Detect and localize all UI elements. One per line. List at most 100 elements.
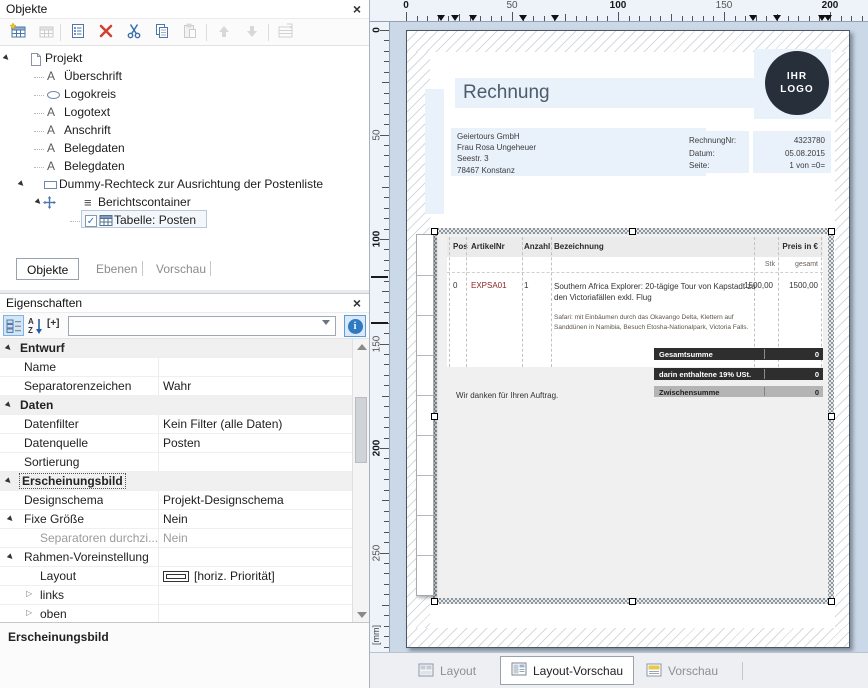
tab-ebenen[interactable]: Ebenen: [86, 258, 147, 280]
group-expander-icon[interactable]: ▶: [4, 400, 13, 409]
tab-vorschau[interactable]: Vorschau: [146, 258, 216, 280]
invoice-accent-strip[interactable]: [425, 89, 444, 214]
ruler-column-marker-icon: [551, 15, 559, 21]
property-row-entwurf[interactable]: ▶ Entwurf: [0, 339, 352, 358]
tree-item-logokreis[interactable]: Logokreis: [0, 86, 369, 104]
ruler-tick: [417, 16, 418, 21]
selection-handle[interactable]: [828, 228, 835, 235]
property-grid-scrollbar[interactable]: [352, 339, 369, 623]
property-row-name[interactable]: Name: [0, 358, 352, 377]
selection-handle[interactable]: [629, 228, 636, 235]
view-tab-vorschau[interactable]: Vorschau: [636, 659, 728, 683]
expander-closed-icon[interactable]: ▷: [26, 589, 32, 598]
chevron-down-icon[interactable]: [322, 320, 330, 325]
selection-handle[interactable]: [431, 413, 438, 420]
scroll-down-icon[interactable]: [357, 612, 367, 618]
tree-item-logotext[interactable]: ALogotext: [0, 104, 369, 122]
container-icon: [43, 196, 56, 212]
total-bar-1[interactable]: Gesamtsumme0: [654, 348, 823, 360]
expander-closed-icon[interactable]: ▷: [26, 608, 32, 617]
tab-objekte[interactable]: Objekte: [16, 258, 79, 280]
ruler-tick: [533, 16, 534, 21]
expander-open-icon[interactable]: ▶: [6, 514, 15, 523]
logo-text-line2: LOGO: [780, 83, 813, 96]
group-expander-icon[interactable]: ▶: [4, 476, 13, 485]
total-bar-2[interactable]: darin enthaltene 19% USt.0: [654, 368, 823, 380]
tree-item-belegdaten[interactable]: ABelegdaten: [0, 158, 369, 176]
ruler-tick: [798, 16, 799, 21]
tree-checkbox[interactable]: ✓: [85, 215, 97, 227]
view-tab-layout[interactable]: Layout: [408, 659, 486, 683]
ruler-tick: [384, 417, 389, 418]
tree-item-tabelle-posten[interactable]: ✓Tabelle: Posten: [0, 212, 369, 230]
expander-open-icon[interactable]: ▶: [6, 552, 15, 561]
invoice-page[interactable]: Rechnung IHR LOGO Geiertours GmbHFrau Ro…: [406, 30, 850, 648]
close-icon[interactable]: ×: [353, 294, 361, 313]
selection-handle[interactable]: [629, 598, 636, 605]
ruler-tick: [384, 155, 389, 156]
close-icon[interactable]: ×: [353, 0, 361, 19]
expand-all-button[interactable]: [+]: [47, 318, 60, 329]
invoice-meta-values[interactable]: 432378005.08.20151 von =0=: [753, 131, 831, 173]
scrollbar-thumb[interactable]: [355, 397, 367, 463]
ruler-tick: [565, 14, 566, 21]
invoice-footer-text[interactable]: Wir danken für Ihren Auftrag.: [456, 391, 558, 400]
selection-handle[interactable]: [828, 413, 835, 420]
property-value[interactable]: Nein: [163, 531, 188, 545]
view-tab-layout-vorschau[interactable]: Layout-Vorschau: [500, 656, 634, 685]
tree-item-belegdaten[interactable]: ABelegdaten: [0, 140, 369, 158]
tree-item-überschrift[interactable]: AÜberschrift: [0, 68, 369, 86]
property-value[interactable]: [horiz. Priorität]: [194, 569, 275, 583]
total-bar-3[interactable]: Zwischensumme0: [654, 386, 823, 397]
tree-item-anschrift[interactable]: AAnschrift: [0, 122, 369, 140]
tree-item-projekt[interactable]: ▶Projekt: [0, 50, 369, 68]
new-object-button[interactable]: [6, 22, 30, 43]
property-value[interactable]: Nein: [163, 512, 188, 526]
property-row-layout[interactable]: Layout[horiz. Priorität]: [0, 567, 352, 586]
address-object[interactable]: Geiertours GmbHFrau Rosa UngeheuerSeestr…: [451, 128, 706, 176]
property-row-datenfilter[interactable]: DatenfilterKein Filter (alle Daten): [0, 415, 352, 434]
property-row-fixe-größe[interactable]: ▶Fixe GrößeNein: [0, 510, 352, 529]
info-button[interactable]: i: [344, 315, 366, 337]
property-row-erscheinungsbild[interactable]: ▶Erscheinungsbild: [0, 472, 352, 491]
selection-handle[interactable]: [431, 228, 438, 235]
cut-button[interactable]: [122, 22, 146, 43]
property-row-daten[interactable]: ▶Daten: [0, 396, 352, 415]
property-row-datenquelle[interactable]: DatenquellePosten: [0, 434, 352, 453]
group-label: Entwurf: [20, 341, 65, 355]
sort-alphabetical-button[interactable]: A Z: [26, 315, 45, 336]
property-row-sortierung[interactable]: Sortierung: [0, 453, 352, 472]
property-row-separatoren-durchzi-[interactable]: Separatoren durchzi...Nein: [0, 529, 352, 548]
selection-handle[interactable]: [431, 598, 438, 605]
scroll-up-icon[interactable]: [357, 344, 367, 350]
property-value[interactable]: Posten: [163, 436, 200, 450]
logo-circle-object[interactable]: IHR LOGO: [765, 51, 829, 115]
invoice-meta-labels[interactable]: RechnungNr:Datum:Seite:: [677, 131, 749, 173]
property-value[interactable]: Wahr: [163, 379, 191, 393]
ruler-tick: [382, 187, 389, 188]
property-row-separatorenzeichen[interactable]: SeparatorenzeichenWahr: [0, 377, 352, 396]
invoice-title-object[interactable]: Rechnung: [455, 78, 757, 108]
property-value[interactable]: Projekt-Designschema: [163, 493, 284, 507]
copy-button[interactable]: [150, 22, 174, 43]
selection-handle[interactable]: [828, 598, 835, 605]
ruler-tick: [384, 51, 389, 52]
property-row-oben[interactable]: ▷oben: [0, 605, 352, 623]
property-row-rahmen-voreinstellung[interactable]: ▶Rahmen-Voreinstellung: [0, 548, 352, 567]
property-value[interactable]: Kein Filter (alle Daten): [163, 417, 282, 431]
properties-button[interactable]: [66, 22, 90, 43]
layout-canvas[interactable]: Rechnung IHR LOGO Geiertours GmbHFrau Ro…: [390, 22, 868, 652]
ruler-tick: [629, 16, 630, 21]
tree-expander-icon[interactable]: ▶: [1, 53, 14, 66]
property-filter-combobox[interactable]: [68, 316, 336, 336]
grid-column-divider: [158, 415, 159, 433]
property-row-designschema[interactable]: DesignschemaProjekt-Designschema: [0, 491, 352, 510]
tree-expander-icon[interactable]: ▶: [16, 179, 29, 192]
delete-button[interactable]: [94, 22, 118, 43]
categorized-view-button[interactable]: [3, 315, 24, 336]
tree-item-dummy-rechteck-zur-ausrichtung-der-postenliste[interactable]: ▶Dummy-Rechteck zur Ausrichtung der Post…: [0, 176, 369, 194]
property-row-links[interactable]: ▷links: [0, 586, 352, 605]
ruler-label: 150: [372, 335, 383, 352]
ruler-tick: [384, 542, 389, 543]
group-expander-icon[interactable]: ▶: [4, 343, 13, 352]
